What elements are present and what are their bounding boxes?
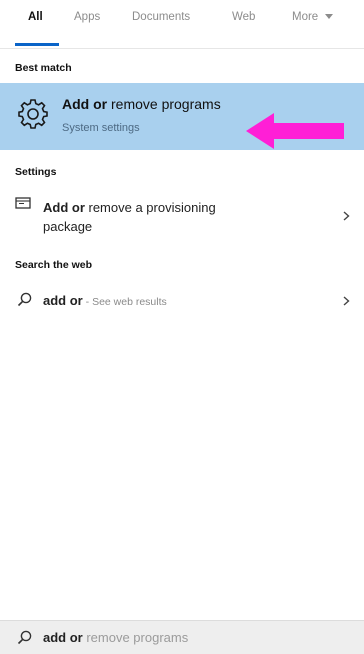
settings-result-bold: Add or <box>43 200 85 215</box>
tab-more-label: More <box>292 11 319 23</box>
tab-documents[interactable]: Documents <box>132 11 190 23</box>
chevron-down-icon <box>325 13 334 19</box>
web-search-result[interactable]: add or - See web results <box>0 288 364 314</box>
settings-result-text: Add or remove a provisioning package <box>43 198 216 236</box>
active-tab-indicator <box>15 43 59 46</box>
chevron-right-icon <box>343 211 350 221</box>
pointer-arrow-annotation <box>246 113 344 149</box>
best-match-heading: Best match <box>15 62 72 74</box>
best-match-title-rest: remove programs <box>107 96 221 112</box>
settings-result-line2: package <box>43 219 93 234</box>
tabs-divider <box>0 48 364 49</box>
web-search-suffix: - See web results <box>82 296 167 308</box>
provisioning-package-icon <box>15 197 31 209</box>
tab-apps[interactable]: Apps <box>74 11 100 23</box>
web-search-bold: add or <box>43 293 83 308</box>
settings-result[interactable]: Add or remove a provisioning package <box>0 190 364 242</box>
tab-more[interactable]: More <box>292 11 334 23</box>
chevron-right-icon <box>343 296 350 306</box>
gear-icon <box>18 99 48 129</box>
best-match-title: Add or remove programs <box>62 96 221 112</box>
search-box[interactable]: add or remove programs <box>0 620 364 654</box>
settings-heading: Settings <box>15 166 57 178</box>
search-web-heading: Search the web <box>15 259 93 271</box>
search-typed-text: add or <box>43 630 83 645</box>
search-icon <box>17 630 32 645</box>
settings-result-line1: remove a provisioning <box>84 200 216 215</box>
search-autocomplete-suggestion: remove programs <box>82 630 189 645</box>
search-query[interactable]: add or remove programs <box>43 630 188 645</box>
web-search-text: add or - See web results <box>43 291 167 312</box>
tab-web[interactable]: Web <box>232 11 255 23</box>
search-icon <box>17 292 32 307</box>
best-match-subtitle: System settings <box>62 122 140 134</box>
best-match-title-bold: Add or <box>62 96 108 112</box>
tab-all[interactable]: All <box>28 11 43 23</box>
search-scope-tabs: All Apps Documents Web More <box>0 0 364 48</box>
